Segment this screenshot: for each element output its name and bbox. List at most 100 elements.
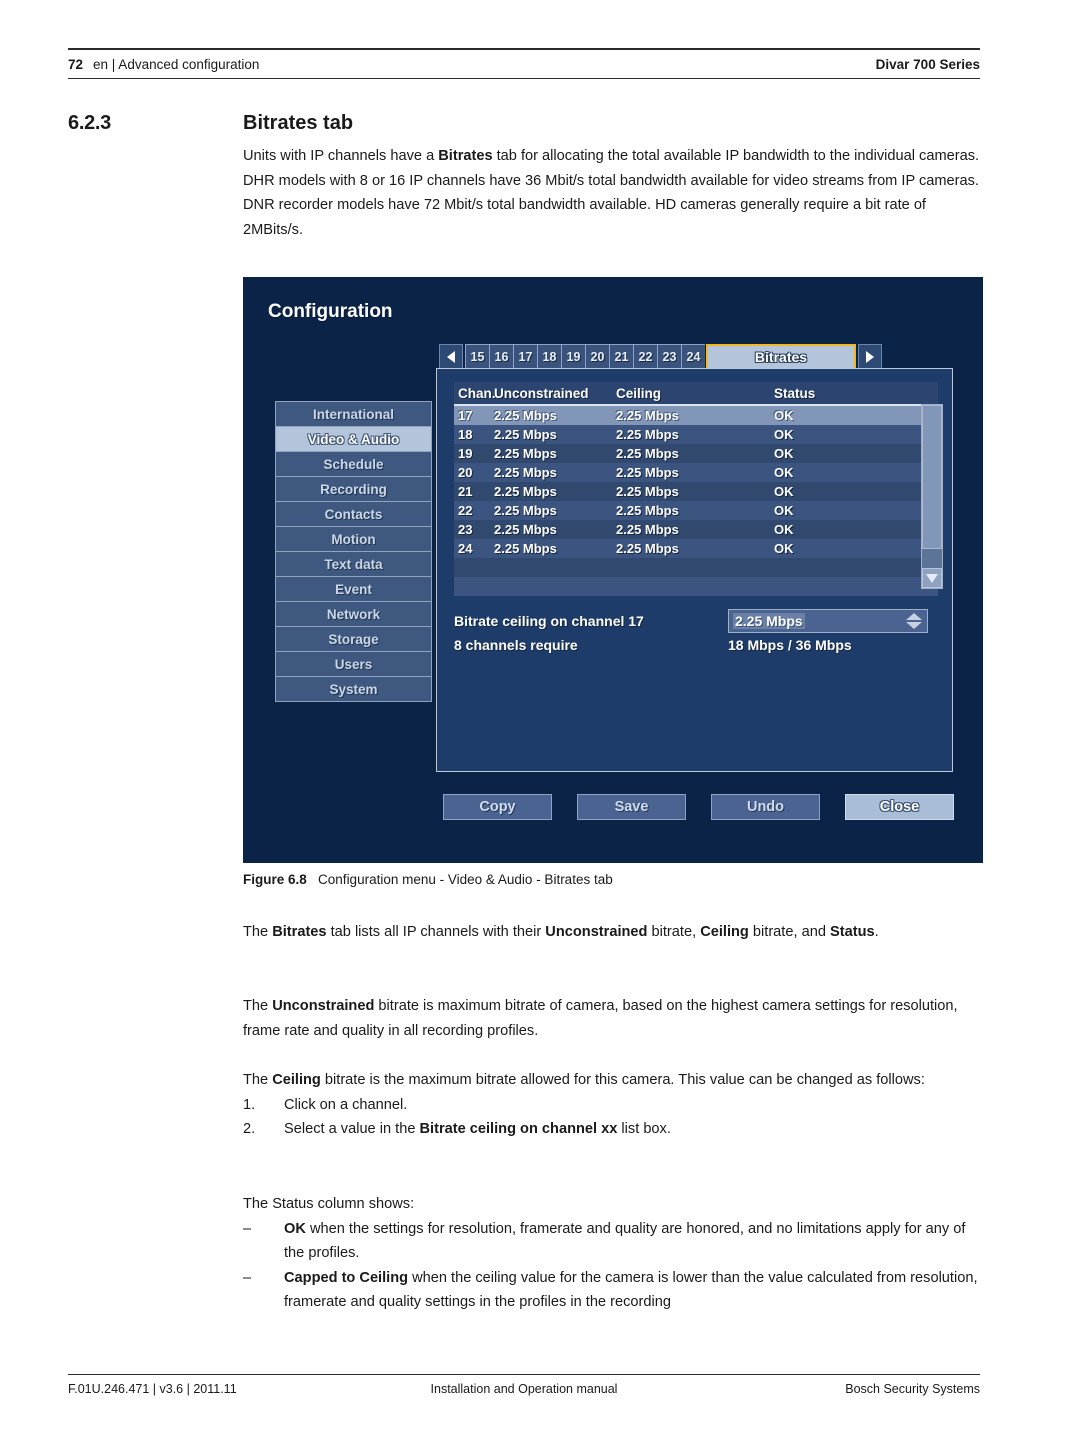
figure-caption: Figure 6.8 Configuration menu - Video & … bbox=[243, 872, 983, 887]
close-button[interactable]: Close bbox=[845, 794, 954, 820]
step-bold: Bitrate ceiling on channel xx bbox=[419, 1121, 618, 1137]
cell-chan: 21 bbox=[458, 484, 473, 499]
cell-status: OK bbox=[774, 427, 794, 442]
bold-ceiling: Ceiling bbox=[272, 1072, 321, 1088]
sidebar-item-contacts[interactable]: Contacts bbox=[275, 501, 432, 526]
step-pre: Select a value in the bbox=[284, 1121, 420, 1137]
cell-chan: 19 bbox=[458, 446, 473, 461]
tab-channel-17[interactable]: 17 bbox=[513, 344, 537, 370]
cell-ceiling: 2.25 Mbps bbox=[616, 503, 679, 518]
intro-text-a: Units with IP channels have a bbox=[243, 148, 439, 164]
table-row[interactable]: 19 2.25 Mbps 2.25 Mbps OK bbox=[454, 444, 938, 463]
cell-ceiling: 2.25 Mbps bbox=[616, 541, 679, 556]
tab-channel-21[interactable]: 21 bbox=[609, 344, 633, 370]
cell-unconstrained: 2.25 Mbps bbox=[494, 446, 557, 461]
tab-channel-22[interactable]: 22 bbox=[633, 344, 657, 370]
bitrate-ceiling-value: 2.25 Mbps bbox=[733, 613, 805, 629]
bitrates-tab-paragraph: The Bitrates tab lists all IP channels w… bbox=[243, 920, 983, 945]
cell-chan: 20 bbox=[458, 465, 473, 480]
channels-require-label: 8 channels require bbox=[454, 637, 578, 653]
sidebar-item-event[interactable]: Event bbox=[275, 576, 432, 601]
status-bold-capped: Capped to Ceiling bbox=[284, 1269, 409, 1286]
chevron-down-icon bbox=[906, 622, 922, 629]
sidebar-item-schedule[interactable]: Schedule bbox=[275, 451, 432, 476]
cell-unconstrained: 2.25 Mbps bbox=[494, 484, 557, 499]
table-scrollbar[interactable] bbox=[921, 404, 943, 589]
table-row[interactable]: 17 2.25 Mbps 2.25 Mbps OK bbox=[454, 406, 938, 425]
scrollbar-thumb[interactable] bbox=[922, 405, 942, 549]
cell-ceiling: 2.25 Mbps bbox=[616, 446, 679, 461]
unconstrained-paragraph: The Unconstrained bitrate is maximum bit… bbox=[243, 994, 983, 1043]
table-empty-row bbox=[454, 558, 938, 577]
list-text: OK when the settings for resolution, fra… bbox=[284, 1217, 983, 1266]
text-e: bitrate, bbox=[647, 924, 701, 940]
right-arrow-icon bbox=[866, 351, 874, 363]
tab-strip: 15 16 17 18 19 20 21 22 23 24 Bitrates bbox=[439, 344, 882, 370]
sidebar-item-motion[interactable]: Motion bbox=[275, 526, 432, 551]
cell-status: OK bbox=[774, 465, 794, 480]
cell-status: OK bbox=[774, 541, 794, 556]
sidebar-item-system[interactable]: System bbox=[275, 676, 432, 702]
tab-next-button[interactable] bbox=[858, 344, 882, 370]
ceiling-steps-list: 1. Click on a channel. 2. Select a value… bbox=[243, 1093, 983, 1142]
cell-ceiling: 2.25 Mbps bbox=[616, 484, 679, 499]
bold-bitrates: Bitrates bbox=[272, 924, 327, 940]
cell-unconstrained: 2.25 Mbps bbox=[494, 522, 557, 537]
sidebar-item-international[interactable]: International bbox=[275, 401, 432, 426]
tab-prev-button[interactable] bbox=[439, 344, 463, 370]
sidebar-item-recording[interactable]: Recording bbox=[275, 476, 432, 501]
status-text: when the settings for resolution, framer… bbox=[284, 1220, 966, 1262]
list-marker: – bbox=[243, 1269, 252, 1286]
bitrate-ceiling-label: Bitrate ceiling on channel 17 bbox=[454, 613, 644, 629]
tab-channel-24[interactable]: 24 bbox=[681, 344, 705, 370]
table-row[interactable]: 23 2.25 Mbps 2.25 Mbps OK bbox=[454, 520, 938, 539]
figure-caption-text: Configuration menu - Video & Audio - Bit… bbox=[318, 872, 613, 887]
save-button[interactable]: Save bbox=[577, 794, 686, 820]
list-text: Select a value in the Bitrate ceiling on… bbox=[284, 1117, 983, 1142]
sidebar-item-users[interactable]: Users bbox=[275, 651, 432, 676]
cell-chan: 23 bbox=[458, 522, 473, 537]
bitrates-table: Chan. Unconstrained Ceiling Status 17 2.… bbox=[454, 382, 938, 596]
tab-channel-20[interactable]: 20 bbox=[585, 344, 609, 370]
cell-chan: 24 bbox=[458, 541, 473, 556]
status-intro: The Status column shows: bbox=[243, 1196, 415, 1212]
tab-channel-23[interactable]: 23 bbox=[657, 344, 681, 370]
table-row[interactable]: 24 2.25 Mbps 2.25 Mbps OK bbox=[454, 539, 938, 558]
tab-bitrates[interactable]: Bitrates bbox=[706, 344, 856, 370]
chevron-down-icon bbox=[926, 573, 938, 583]
table-row[interactable]: 22 2.25 Mbps 2.25 Mbps OK bbox=[454, 501, 938, 520]
sidebar-item-video-audio[interactable]: Video & Audio bbox=[275, 426, 432, 451]
table-row[interactable]: 20 2.25 Mbps 2.25 Mbps OK bbox=[454, 463, 938, 482]
bold-unconstrained: Unconstrained bbox=[272, 998, 375, 1014]
page-number: 72 bbox=[68, 56, 84, 72]
cell-status: OK bbox=[774, 503, 794, 518]
ceiling-intro: The Ceiling bitrate is the maximum bitra… bbox=[243, 1068, 983, 1093]
channels-require-row: 8 channels require 18 Mbps / 36 Mbps bbox=[454, 637, 938, 653]
sidebar-item-network[interactable]: Network bbox=[275, 601, 432, 626]
tab-channel-19[interactable]: 19 bbox=[561, 344, 585, 370]
ceiling-paragraph: The Ceiling bitrate is the maximum bitra… bbox=[243, 1068, 983, 1142]
text-a: The bbox=[243, 998, 273, 1014]
list-item: 1. Click on a channel. bbox=[243, 1093, 983, 1118]
table-row[interactable]: 21 2.25 Mbps 2.25 Mbps OK bbox=[454, 482, 938, 501]
status-bold-ok: OK bbox=[284, 1220, 306, 1237]
scroll-down-button[interactable] bbox=[922, 568, 942, 588]
sidebar-item-storage[interactable]: Storage bbox=[275, 626, 432, 651]
copy-button[interactable]: Copy bbox=[443, 794, 552, 820]
table-row[interactable]: 18 2.25 Mbps 2.25 Mbps OK bbox=[454, 425, 938, 444]
text-a: The bbox=[243, 924, 273, 940]
cell-ceiling: 2.25 Mbps bbox=[616, 522, 679, 537]
tab-channel-15[interactable]: 15 bbox=[465, 344, 489, 370]
tab-channel-18[interactable]: 18 bbox=[537, 344, 561, 370]
bitrate-ceiling-select[interactable]: 2.25 Mbps bbox=[728, 609, 928, 633]
bold-status: Status bbox=[830, 924, 875, 940]
undo-button[interactable]: Undo bbox=[711, 794, 820, 820]
spinner-arrows[interactable] bbox=[906, 613, 922, 629]
page-title: Bitrates tab bbox=[243, 112, 354, 134]
sidebar-item-text-data[interactable]: Text data bbox=[275, 551, 432, 576]
cell-unconstrained: 2.25 Mbps bbox=[494, 503, 557, 518]
section-number: 6.2.3 bbox=[68, 112, 111, 134]
text-a: The bbox=[243, 1072, 273, 1088]
tab-channel-16[interactable]: 16 bbox=[489, 344, 513, 370]
cell-unconstrained: 2.25 Mbps bbox=[494, 408, 557, 423]
